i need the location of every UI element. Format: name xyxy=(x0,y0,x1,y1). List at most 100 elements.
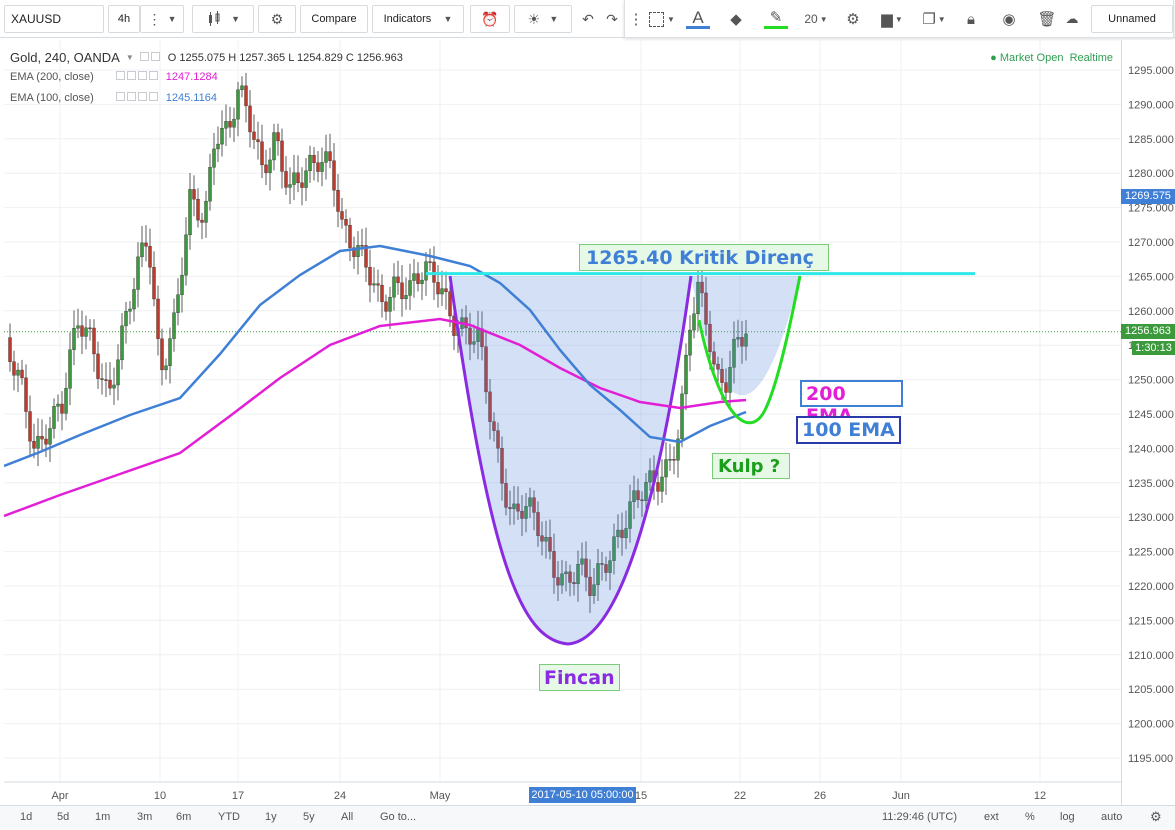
time-tick-label: 15 xyxy=(635,790,647,802)
chart-style-button[interactable]: ▼ xyxy=(192,5,254,33)
drawing-settings-button[interactable]: ⚙ xyxy=(841,7,865,31)
candle-body xyxy=(40,436,44,440)
line-color-button[interactable]: ✎ xyxy=(763,7,789,31)
candle-body xyxy=(664,459,668,478)
interval-button[interactable]: 4h xyxy=(108,5,140,33)
candle-body xyxy=(32,441,36,449)
gear-icon: ⚙ xyxy=(270,10,284,27)
goto-button[interactable]: Go to... xyxy=(380,811,416,823)
range-5d[interactable]: 5d xyxy=(57,811,69,823)
range-3m[interactable]: 3m xyxy=(137,811,152,823)
compare-label: Compare xyxy=(311,13,357,25)
price-tick-label: 1270.000 xyxy=(1128,237,1174,249)
price-tick-label: 1245.000 xyxy=(1128,409,1174,421)
eye-icon: ◉ xyxy=(1002,11,1016,28)
ohlc-values: O 1255.075 H 1257.365 L 1254.829 C 1256.… xyxy=(167,51,403,64)
ext-toggle[interactable]: ext xyxy=(984,811,999,823)
drag-handle-icon[interactable]: ⋮ xyxy=(629,7,644,31)
candle-body xyxy=(320,162,324,172)
alert-button[interactable]: ⏰ xyxy=(470,5,510,33)
text-color-button[interactable]: A xyxy=(685,7,711,31)
delete-button[interactable]: 🗑︎ xyxy=(1035,7,1059,31)
pencil-icon: ✎ xyxy=(769,8,783,26)
chevron-down-icon: ▼ xyxy=(231,14,241,24)
redo-button[interactable]: ↷ xyxy=(600,5,624,33)
cup-annotation[interactable]: Fincan xyxy=(539,664,620,691)
candle-body xyxy=(396,276,400,283)
chevron-down-icon: ▼ xyxy=(167,14,177,24)
time-tick-label: 22 xyxy=(734,790,746,802)
trash-icon: 🗑︎ xyxy=(1037,11,1057,28)
symbol-search-input[interactable]: XAUUSD xyxy=(4,5,104,33)
layout-name-button[interactable]: Unnamed xyxy=(1091,5,1173,33)
range-1m[interactable]: 1m xyxy=(95,811,110,823)
utc-clock[interactable]: 11:29:46 (UTC) xyxy=(882,811,957,823)
candle-body xyxy=(268,159,272,173)
light-theme-button[interactable]: ☀ ▼ xyxy=(514,5,572,33)
range-ytd[interactable]: YTD xyxy=(218,811,240,823)
ema100-annotation[interactable]: 100 EMA xyxy=(796,416,901,444)
candle-body xyxy=(660,476,664,492)
candle-body xyxy=(56,403,60,407)
settings-button[interactable]: ⚙ xyxy=(258,5,296,33)
legend-buttons[interactable] xyxy=(115,71,160,83)
legend-buttons[interactable] xyxy=(115,92,160,104)
candle-body xyxy=(680,393,684,440)
font-size-dropdown[interactable]: 20 ▼ xyxy=(801,7,831,31)
price-tick-label: 1210.000 xyxy=(1128,650,1174,662)
range-1y[interactable]: 1y xyxy=(265,811,277,823)
handle-annotation[interactable]: Kulp ? xyxy=(712,453,790,479)
candle-body xyxy=(388,296,392,312)
candle-body xyxy=(672,459,676,461)
candle-body xyxy=(340,211,344,220)
candle-body xyxy=(28,411,32,442)
range-6m[interactable]: 6m xyxy=(176,811,191,823)
fill-color-button[interactable]: ◆ xyxy=(723,7,749,31)
gear-icon[interactable]: ⚙ xyxy=(1150,809,1162,825)
text-a-icon: A xyxy=(692,8,704,27)
range-1d[interactable]: 1d xyxy=(20,811,32,823)
price-tick-label: 1260.000 xyxy=(1128,306,1174,318)
range-5y[interactable]: 5y xyxy=(303,811,315,823)
indicators-label: Indicators xyxy=(383,13,432,25)
range-all[interactable]: All xyxy=(341,811,353,823)
visibility-button[interactable]: ◉ xyxy=(997,7,1021,31)
candle-body xyxy=(188,189,192,236)
candle-body xyxy=(148,246,152,268)
price-tick-label: 1215.000 xyxy=(1128,615,1174,627)
candle-body xyxy=(360,245,364,247)
selection-tool-button[interactable]: ▼ xyxy=(645,7,679,31)
candle-body xyxy=(448,291,452,317)
candle-body xyxy=(380,284,384,303)
log-toggle[interactable]: log xyxy=(1060,811,1075,823)
candle-body xyxy=(404,295,408,300)
ema200-annotation[interactable]: 200 EMA xyxy=(800,380,903,427)
candle-body xyxy=(284,171,288,188)
compare-button[interactable]: Compare xyxy=(300,5,368,33)
auto-toggle[interactable]: auto xyxy=(1101,811,1122,823)
interval-dropdown[interactable]: ⋮ ▼ xyxy=(140,5,184,33)
handle-fill xyxy=(691,276,800,396)
chevron-down-icon: ▼ xyxy=(443,14,453,24)
chevron-down-icon[interactable]: ▼ xyxy=(126,53,134,62)
price-tick-label: 1265.000 xyxy=(1128,271,1174,283)
layers-icon: ▆ xyxy=(881,11,893,28)
indicators-button[interactable]: Indicators ▼ xyxy=(372,5,464,33)
visual-order-button[interactable]: ▆ ▼ xyxy=(875,7,909,31)
candle-body xyxy=(232,118,236,128)
candle-body xyxy=(192,189,196,200)
candle-body xyxy=(316,162,320,172)
candle-body xyxy=(308,154,312,172)
undo-button[interactable]: ↶ xyxy=(576,5,600,33)
price-axis[interactable]: 1295.000 1290.000 1285.000 1280.000 1275.000… xyxy=(1121,40,1175,805)
resistance-annotation[interactable]: 1265.40 Kritik Direnç xyxy=(579,244,829,271)
interval-label: 4h xyxy=(117,13,131,25)
clone-button[interactable]: ❐ ▼ xyxy=(917,7,951,31)
candle-body xyxy=(240,85,244,90)
series-title: Gold, 240, OANDA xyxy=(10,50,120,65)
legend-buttons[interactable] xyxy=(139,51,162,64)
time-tick-label: 12 xyxy=(1034,790,1046,802)
percent-toggle[interactable]: % xyxy=(1025,811,1035,823)
lock-button[interactable]: 🔒︎ xyxy=(959,7,983,31)
candle-body xyxy=(228,121,232,128)
